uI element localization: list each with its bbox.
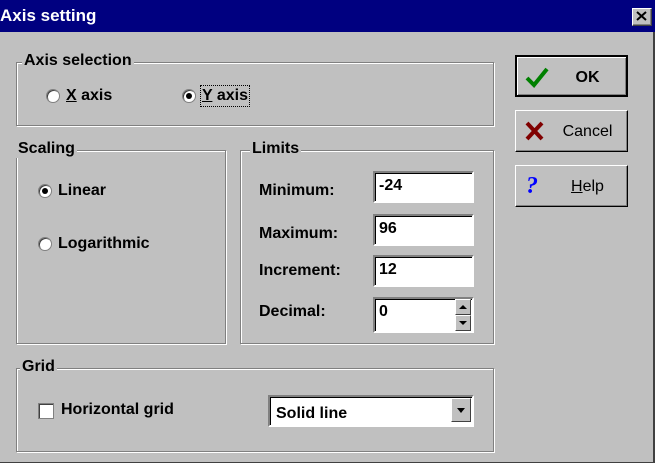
x-axis-radio[interactable]: X axis [46,87,112,105]
grid-label: Grid [20,358,57,376]
cancel-label: Cancel [562,123,613,140]
logarithmic-label: Logarithmic [58,235,150,252]
x-icon [525,121,544,141]
horizontal-grid-checkbox[interactable] [38,403,54,419]
logarithmic-radio-button[interactable] [38,237,52,251]
close-icon [636,11,647,21]
linear-radio-button[interactable] [38,184,52,198]
decimal-label: Decimal: [259,303,326,320]
increment-label: Increment: [259,262,341,279]
close-button[interactable] [632,8,652,26]
y-axis-radio[interactable]: Y axis [182,85,250,107]
decimal-spin-up[interactable] [455,299,471,315]
question-icon: ? [526,173,538,198]
maximum-label: Maximum: [259,225,339,242]
cancel-button[interactable]: Cancel [515,110,628,152]
limits-label: Limits [250,140,302,158]
window-title: Axis setting [0,6,97,25]
line-style-select[interactable]: Solid line [268,395,474,427]
scaling-label: Scaling [16,140,77,158]
y-axis-label: Y axis [200,85,250,107]
minimum-label: Minimum: [259,182,335,199]
svg-text:?: ? [526,173,538,198]
increment-input[interactable]: 12 [373,255,474,287]
line-style-value: Solid line [276,405,348,422]
y-axis-radio-button[interactable] [182,89,196,103]
down-arrow-icon [459,321,467,325]
dropdown-button[interactable] [451,398,471,422]
logarithmic-radio[interactable]: Logarithmic [38,235,150,253]
decimal-value: 0 [379,303,388,320]
linear-radio[interactable]: Linear [38,182,106,200]
help-button[interactable]: ? Help [515,165,628,207]
decimal-spin-down[interactable] [455,315,471,331]
ok-button[interactable]: OK [515,55,628,97]
horizontal-grid-label: Horizontal grid [61,401,174,418]
minimum-input[interactable]: -24 [373,171,474,203]
check-icon [525,67,549,88]
title-bar[interactable]: Axis setting [0,0,655,32]
x-axis-label: X axis [66,87,113,104]
ok-label: OK [575,69,600,86]
chevron-down-icon [457,408,465,413]
help-label: Help [571,178,604,195]
axis-selection-label: Axis selection [22,52,134,70]
x-axis-radio-button[interactable] [46,89,60,103]
up-arrow-icon [459,305,467,309]
maximum-input[interactable]: 96 [373,214,474,246]
linear-label: Linear [58,182,107,199]
